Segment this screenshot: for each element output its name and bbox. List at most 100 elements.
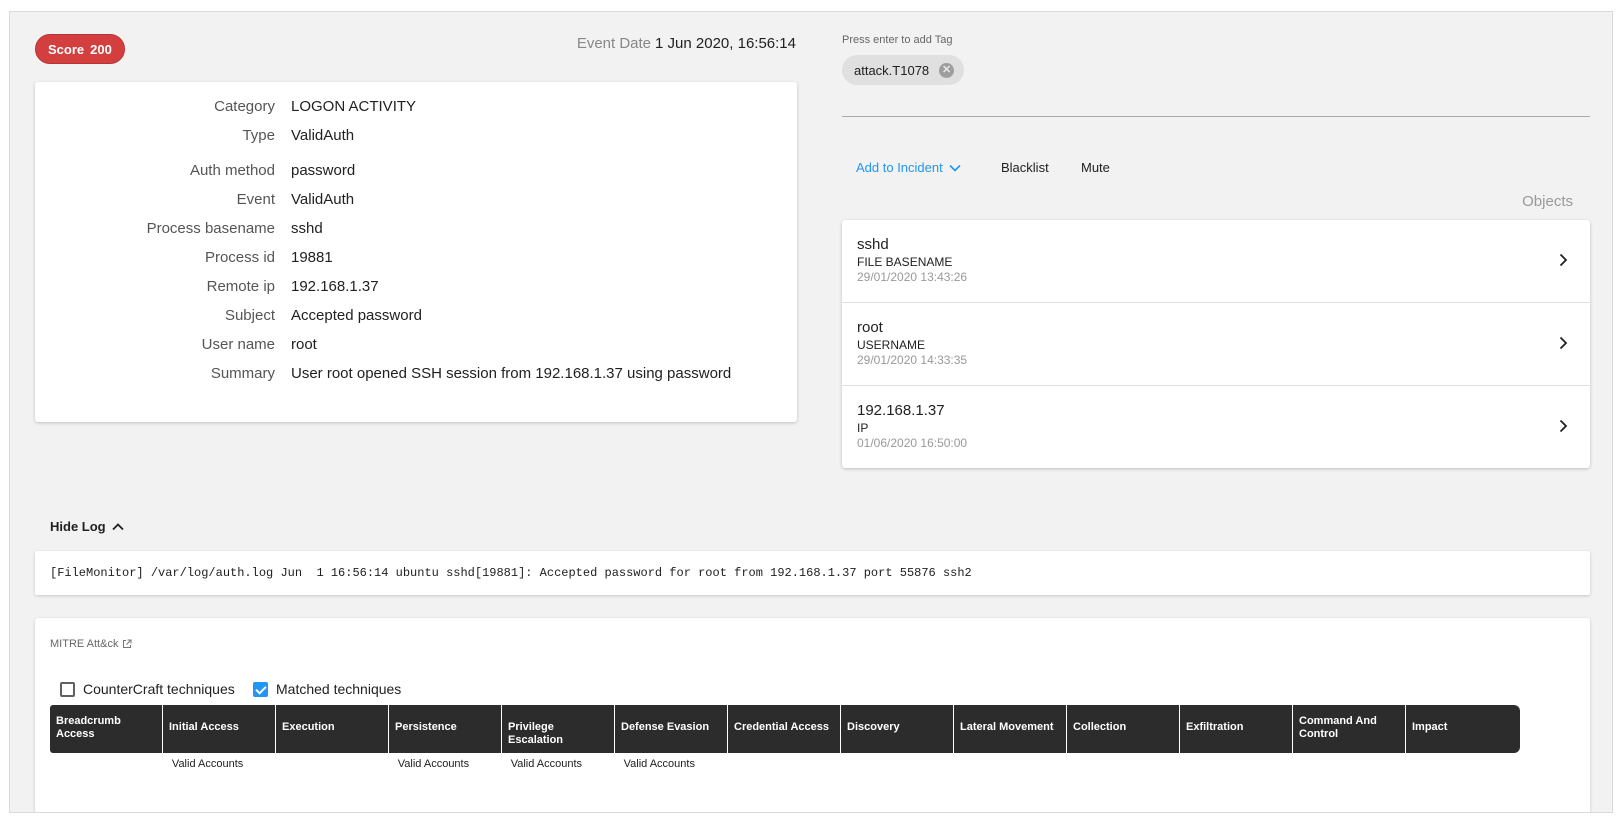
detail-row-summary: Summary User root opened SSH session fro… [35,365,797,387]
technique-cell[interactable]: Valid Accounts [615,758,727,770]
tactic-header[interactable]: Impact [1406,705,1520,753]
detail-value: password [291,162,356,179]
mitre-title: MITRE Att&ck [50,638,119,650]
mitre-title-link[interactable]: MITRE Att&ck [50,638,132,650]
matched-techniques-checkbox[interactable]: Matched techniques [253,681,401,697]
technique-cell[interactable]: Valid Accounts [502,758,614,770]
detail-row-process-basename: Process basename sshd [35,220,797,242]
objects-label: Objects [1522,193,1573,210]
detail-value: ValidAuth [291,191,355,208]
technique-cell [840,758,952,770]
detail-value: ValidAuth [291,127,355,144]
checkbox-unchecked-icon [60,681,75,697]
event-date-label: Event Date [576,35,652,52]
event-date-value: 1 Jun 2020, 16:56:14 [655,35,796,52]
add-to-incident-button[interactable]: Add to Incident [856,160,961,175]
technique-cell [1292,758,1404,770]
checkbox-label: Matched techniques [276,681,402,697]
checkbox-label: CounterCraft techniques [83,681,235,697]
detail-row-subject: Subject Accepted password [35,307,797,329]
object-item[interactable]: sshd FILE BASENAME 29/01/2020 13:43:26 [842,220,1590,303]
detail-key: Category [214,98,275,115]
detail-key: Process basename [146,220,275,237]
detail-row-event: Event ValidAuth [35,191,797,213]
blacklist-button[interactable]: Blacklist [1001,160,1049,175]
mitre-attack-card: MITRE Att&ck CounterCraft techniques Mat… [35,618,1590,812]
tactic-header[interactable]: Exfiltration [1180,705,1292,753]
object-item[interactable]: root USERNAME 29/01/2020 14:33:35 [842,303,1590,386]
object-type: USERNAME [857,338,926,352]
hide-log-label: Hide Log [50,519,106,534]
technique-cell [728,758,840,770]
technique-cell [1179,758,1291,770]
tactic-header[interactable]: Collection [1067,705,1179,753]
tactic-header[interactable]: Breadcrumb Access [50,705,162,753]
detail-key: Process id [204,249,275,266]
detail-key: Remote ip [206,278,275,295]
detail-key: Subject [224,307,275,324]
objects-list: sshd FILE BASENAME 29/01/2020 13:43:26 r… [842,220,1590,468]
detail-value: Accepted password [291,307,422,324]
detail-value: 192.168.1.37 [291,278,379,295]
object-date: 01/06/2020 16:50:00 [857,436,968,450]
tactic-header[interactable]: Privilege Escalation [502,705,614,753]
detail-key: Event [236,191,275,208]
event-details-card: Category LOGON ACTIVITY Type ValidAuth A… [35,82,797,422]
tactic-header[interactable]: Defense Evasion [615,705,727,753]
chevron-right-icon [1559,253,1568,267]
event-date: Event Date 1 Jun 2020, 16:56:14 [310,35,796,52]
tag-chip-label: attack.T1078 [854,62,930,78]
technique-cell [1405,758,1519,770]
chevron-right-icon [1559,336,1568,350]
detail-value: sshd [291,220,323,237]
technique-cell [276,758,388,770]
log-line: [FileMonitor] /var/log/auth.log Jun 1 16… [35,551,1590,595]
mute-button[interactable]: Mute [1081,160,1110,175]
checkbox-checked-icon [253,681,268,697]
tag-chip[interactable]: attack.T1078 ✕ [842,55,965,85]
object-date: 29/01/2020 14:33:35 [857,353,968,367]
detail-key: Type [242,127,275,144]
detail-key: Summary [210,365,275,382]
tactic-header[interactable]: Persistence [389,705,501,753]
detail-row-category: Category LOGON ACTIVITY [35,98,797,120]
chevron-up-icon [111,522,124,530]
object-date: 29/01/2020 13:43:26 [857,270,968,284]
remove-tag-icon[interactable]: ✕ [939,62,955,78]
external-link-icon [123,639,132,648]
detail-value: 19881 [291,249,333,266]
technique-cell [953,758,1065,770]
detail-row-process-id: Process id 19881 [35,249,797,271]
tactics-header: Breadcrumb Access Initial Access Executi… [50,705,1520,753]
object-name: 192.168.1.37 [857,402,945,419]
tactic-header[interactable]: Lateral Movement [954,705,1066,753]
tactic-header[interactable]: Initial Access [163,705,275,753]
object-type: FILE BASENAME [857,255,953,269]
detail-row-remote-ip: Remote ip 192.168.1.37 [35,278,797,300]
chevron-down-icon [949,164,961,172]
chevron-right-icon [1559,419,1568,433]
add-to-incident-label: Add to Incident [856,160,943,175]
countercraft-techniques-checkbox[interactable]: CounterCraft techniques [60,681,235,697]
tag-input-underline[interactable] [842,116,1590,117]
score-label: Score [48,41,85,57]
hide-log-button[interactable]: Hide Log [50,519,124,534]
detail-key: Auth method [189,162,275,179]
tactic-header[interactable]: Command And Control [1293,705,1405,753]
object-name: root [857,319,883,336]
event-detail-panel: Score 200 Event Date 1 Jun 2020, 16:56:14… [9,11,1613,813]
technique-cell [50,758,162,770]
object-type: IP [857,421,869,435]
object-item[interactable]: 192.168.1.37 IP 01/06/2020 16:50:00 [842,386,1590,469]
tactic-header[interactable]: Execution [276,705,388,753]
technique-cell[interactable]: Valid Accounts [389,758,501,770]
score-badge: Score 200 [35,34,125,64]
tactic-header[interactable]: Credential Access [728,705,840,753]
object-name: sshd [857,236,889,253]
detail-row-type: Type ValidAuth [35,127,797,149]
technique-cell[interactable]: Valid Accounts [163,758,275,770]
detail-value: root [291,336,317,353]
detail-value: User root opened SSH session from 192.16… [291,365,732,382]
detail-row-auth-method: Auth method password [35,162,797,184]
tactic-header[interactable]: Discovery [841,705,953,753]
